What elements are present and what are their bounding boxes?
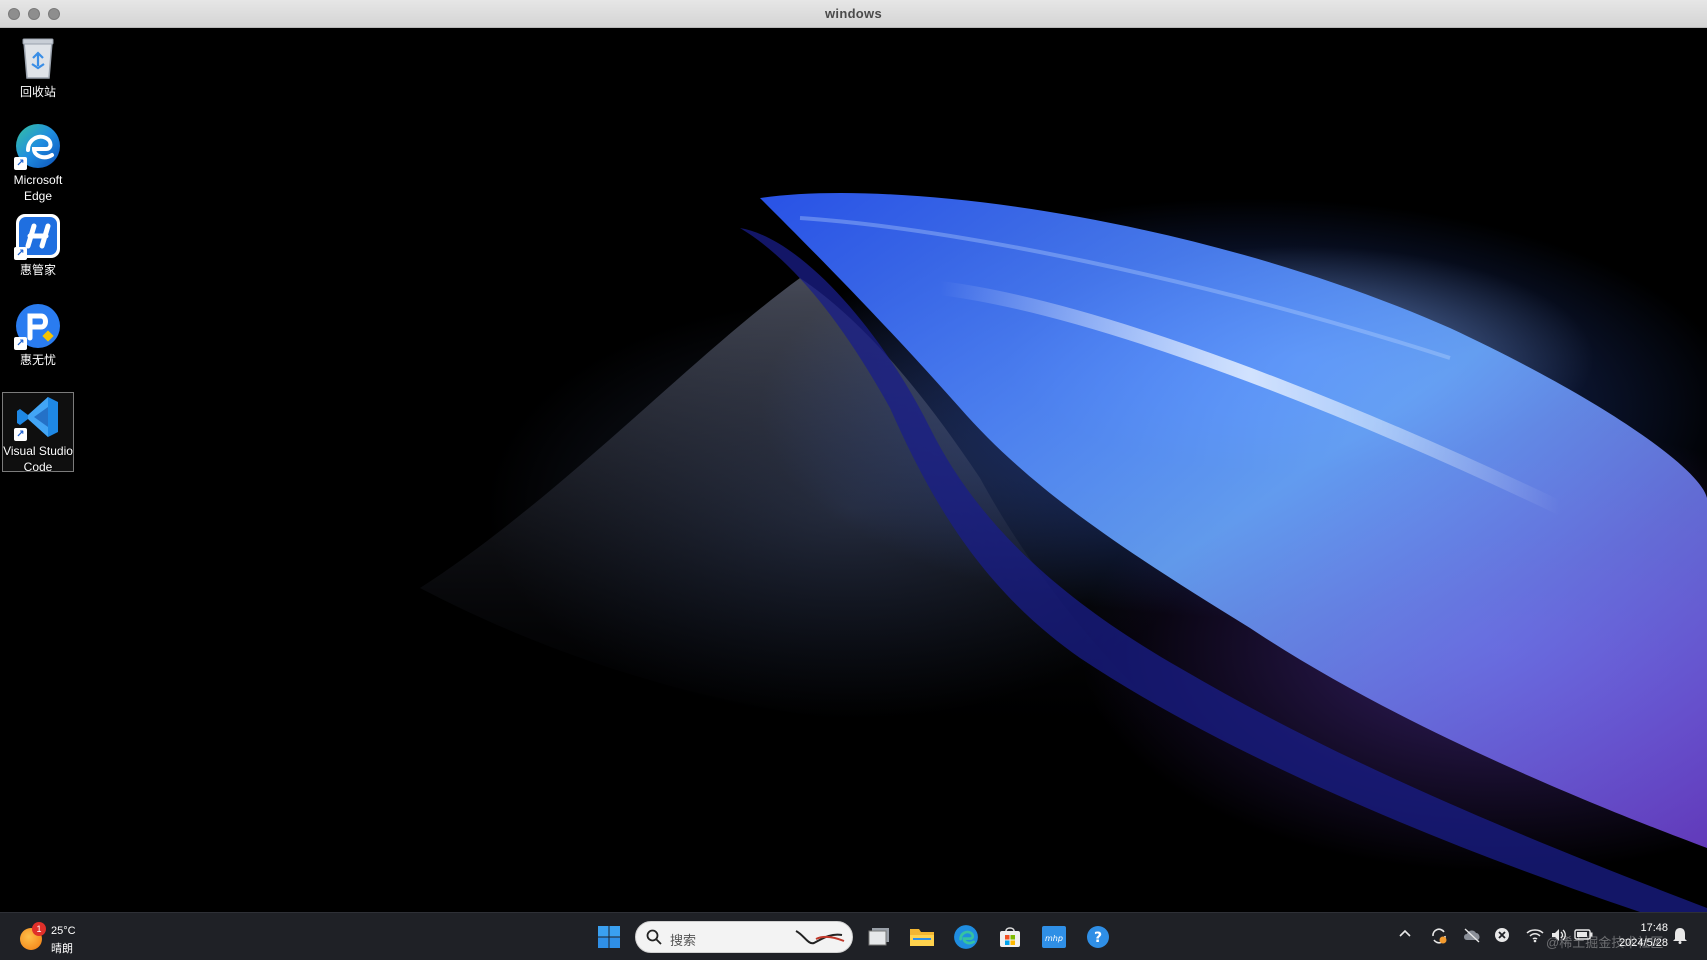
huiwuyou-icon: ↗ [14, 302, 62, 350]
tray-error-button[interactable] [1494, 927, 1510, 946]
file-explorer-icon [910, 929, 934, 946]
desktop-icon-label: 回收站 [19, 85, 56, 99]
desktop-icon-huiwuyou[interactable]: ↗ 惠无忧 [2, 302, 74, 368]
desktop-icon-label: 惠无忧 [19, 353, 56, 367]
desktop-icon-label: Visual Studio Code [3, 444, 73, 474]
desktop-icon-edge[interactable]: ↗ Microsoft Edge [2, 122, 74, 204]
desktop-icon-label: 惠管家 [19, 263, 56, 277]
wifi-icon [1526, 929, 1544, 943]
task-view-icon [868, 928, 889, 946]
window-title: windows [825, 6, 882, 21]
start-button[interactable] [593, 921, 625, 953]
edge-icon: ↗ [14, 122, 62, 170]
vscode-icon: ↗ [14, 393, 62, 441]
taskbar: 1 25°C 晴朗 搜索 mhp ? 17:48 2024/5/28 [0, 912, 1707, 960]
window-titlebar: windows [0, 0, 1707, 28]
svg-text:mhp: mhp [1045, 934, 1063, 943]
bell-icon [1673, 928, 1687, 944]
weather-temperature: 25°C [51, 925, 76, 937]
tray-sync-button[interactable] [1430, 927, 1448, 948]
weather-condition: 晴朗 [51, 943, 73, 955]
desktop-icon-huiguanjia[interactable]: ↗ 惠管家 [2, 212, 74, 278]
edge-icon [954, 925, 978, 949]
help-button[interactable]: ? [1082, 921, 1114, 953]
error-circle-icon [1495, 928, 1509, 942]
huiguanjia-icon: ↗ [14, 212, 62, 260]
search-placeholder: 搜索 [670, 933, 697, 948]
wallpaper-bloom [420, 193, 1707, 912]
svg-text:?: ? [1094, 930, 1102, 946]
file-explorer-button[interactable] [906, 921, 938, 953]
taskbar-search-box[interactable]: 搜索 [635, 921, 853, 953]
desktop-icon-label: Microsoft Edge [13, 173, 63, 203]
task-view-button[interactable] [863, 921, 895, 953]
chevron-up-icon [1399, 929, 1411, 937]
microsoft-store-button[interactable] [994, 921, 1026, 953]
start-icon [598, 926, 620, 948]
sync-icon [1432, 928, 1447, 944]
desktop: 回收站 ↗ Microsoft Edge ↗ 惠管家 ↗ 惠无忧 ↗ Visua… [0, 28, 1707, 912]
mhp-app-button[interactable]: mhp [1038, 921, 1070, 953]
notification-badge: 1 [32, 922, 46, 936]
tray-onedrive-button[interactable] [1462, 927, 1482, 946]
desktop-icon-recycle-bin[interactable]: 回收站 [2, 34, 74, 100]
watermark: @稀土掘金技术社区 [1546, 935, 1664, 950]
recycle-bin-icon [14, 34, 62, 82]
microsoft-store-icon [1000, 927, 1020, 947]
search-icon [646, 929, 662, 945]
cloud-offline-icon [1464, 928, 1480, 943]
shortcut-arrow-icon: ↗ [14, 247, 27, 260]
mhp-app-icon: mhp [1042, 926, 1066, 948]
help-icon: ? [1087, 926, 1109, 948]
shortcut-arrow-icon: ↗ [14, 428, 27, 441]
shortcut-arrow-icon: ↗ [14, 337, 27, 350]
show-hidden-icons-button[interactable] [1398, 927, 1412, 944]
search-highlight-icon [795, 930, 845, 945]
tray-network-button[interactable] [1526, 927, 1544, 946]
desktop-icon-vscode[interactable]: ↗ Visual Studio Code [2, 392, 74, 474]
edge-taskbar-button[interactable] [950, 921, 982, 953]
shortcut-arrow-icon: ↗ [14, 157, 27, 170]
notifications-button[interactable] [1672, 926, 1688, 947]
